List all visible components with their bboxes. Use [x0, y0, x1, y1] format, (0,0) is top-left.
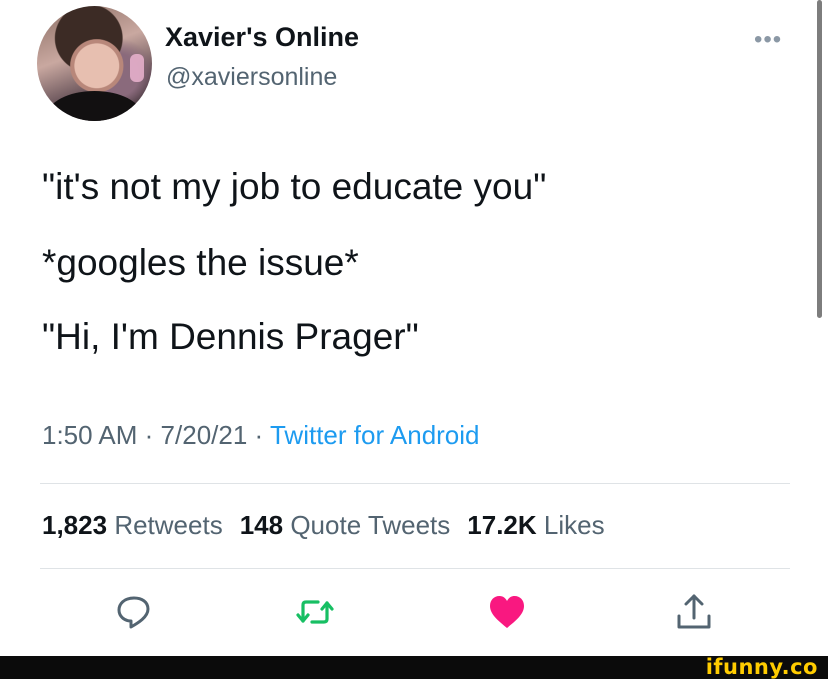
author-handle[interactable]: @xaviersonline: [166, 63, 337, 92]
tweet-metadata: 1:50 AM · 7/20/21 · Twitter for Android: [42, 420, 480, 451]
tweet-time[interactable]: 1:50 AM: [42, 420, 137, 450]
retweet-icon: [296, 600, 334, 624]
author-avatar[interactable]: [37, 6, 152, 121]
retweets-count: 1,823: [42, 510, 108, 540]
share-icon: [677, 594, 711, 629]
watermark-bar: [0, 656, 828, 679]
likes-label: Likes: [543, 510, 605, 540]
avatar-background-detail: [130, 54, 144, 82]
ifunny-watermark: ifunny.co: [705, 655, 818, 679]
retweets-stat[interactable]: 1,823 Retweets: [42, 510, 223, 540]
more-options-icon[interactable]: •••: [754, 26, 782, 54]
retweet-button[interactable]: [293, 590, 337, 634]
likes-stat[interactable]: 17.2K Likes: [467, 510, 604, 540]
reply-button[interactable]: [112, 590, 156, 634]
divider: [40, 483, 790, 484]
tweet-source-link[interactable]: Twitter for Android: [270, 420, 480, 450]
tweet-text-line-3: "Hi, I'm Dennis Prager": [42, 316, 419, 357]
quote-tweets-count: 148: [239, 510, 284, 540]
share-button[interactable]: [672, 590, 716, 634]
tweet-text-line-2: *googles the issue*: [42, 242, 359, 283]
retweets-label: Retweets: [114, 510, 223, 540]
author-name[interactable]: Xavier's Online: [165, 22, 359, 53]
quote-tweets-label: Quote Tweets: [290, 510, 451, 540]
avatar-shoulders: [47, 91, 142, 121]
tweet-date[interactable]: 7/20/21: [161, 420, 248, 450]
quote-tweets-stat[interactable]: 148 Quote Tweets: [240, 510, 451, 540]
likes-count: 17.2K: [467, 510, 537, 540]
like-icon: [490, 596, 524, 628]
like-button[interactable]: [485, 590, 529, 634]
separator: ·: [254, 420, 264, 450]
reply-icon: [117, 596, 150, 629]
tweet-text-line-1: "it's not my job to educate you": [42, 166, 547, 207]
tweet-stats: 1,823 Retweets 148 Quote Tweets 17.2K Like…: [42, 510, 605, 541]
divider: [40, 568, 790, 569]
scrollbar[interactable]: [817, 0, 822, 318]
separator: ·: [144, 420, 154, 450]
